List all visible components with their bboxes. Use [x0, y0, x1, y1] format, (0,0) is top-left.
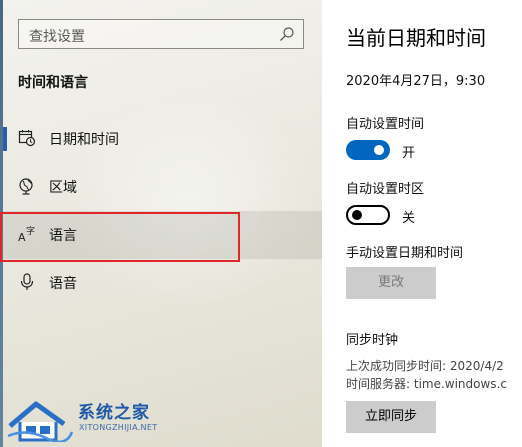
auto-time-toggle[interactable]: [346, 140, 390, 160]
auto-time-label: 自动设置时间: [346, 117, 425, 132]
microphone-icon: [20, 273, 34, 290]
date-time-page: 当前日期和时间 2020年4月27日，9:30 自动设置时间 开 自动设置时区 …: [322, 0, 522, 447]
globe-region-icon: [19, 178, 33, 195]
watermark-domain: XITONGZHIJIA.NET: [79, 423, 158, 432]
auto-timezone-label: 自动设置时区: [346, 182, 425, 197]
site-watermark: 系统之家 XITONGZHIJIA.NET: [6, 392, 176, 444]
sidebar-item-label: 区域: [49, 180, 77, 196]
page-title: 当前日期和时间: [346, 26, 486, 50]
selected-indicator: [3, 127, 7, 151]
watermark-title: 系统之家: [78, 403, 150, 423]
sidebar-item-date-time[interactable]: 日期和时间: [0, 115, 322, 163]
sidebar-item-region[interactable]: 区域: [0, 163, 322, 211]
language-highlight-box: [0, 212, 240, 262]
last-sync-text: 上次成功同步时间: 2020/4/2: [346, 359, 504, 373]
sync-now-button[interactable]: 立即同步: [346, 401, 436, 433]
change-button[interactable]: 更改: [346, 267, 436, 299]
sidebar-item-speech[interactable]: 语音: [0, 259, 322, 307]
auto-time-state: 开: [402, 146, 416, 161]
time-server-text: 时间服务器: time.windows.c: [346, 377, 507, 391]
manual-datetime-label: 手动设置日期和时间: [346, 246, 464, 261]
calendar-clock-icon: [18, 130, 36, 147]
toggle-knob: [374, 145, 384, 155]
search-placeholder: 查找设置: [29, 29, 85, 45]
house-logo-icon: [7, 401, 74, 442]
settings-sidebar: 查找设置 时间和语言 日期和时间 区域 A 字 语言 语音 系统之家 XITON…: [0, 0, 322, 447]
sidebar-item-label: 日期和时间: [49, 132, 119, 148]
section-title: 时间和语言: [18, 75, 88, 91]
current-datetime: 2020年4月27日，9:30: [346, 74, 486, 89]
search-input[interactable]: 查找设置: [18, 19, 304, 49]
auto-timezone-state: 关: [402, 211, 416, 226]
search-icon[interactable]: [279, 26, 295, 42]
toggle-knob: [352, 210, 362, 220]
sync-heading: 同步时钟: [346, 333, 399, 348]
auto-timezone-toggle[interactable]: [346, 205, 390, 225]
sidebar-item-label: 语音: [49, 276, 77, 292]
